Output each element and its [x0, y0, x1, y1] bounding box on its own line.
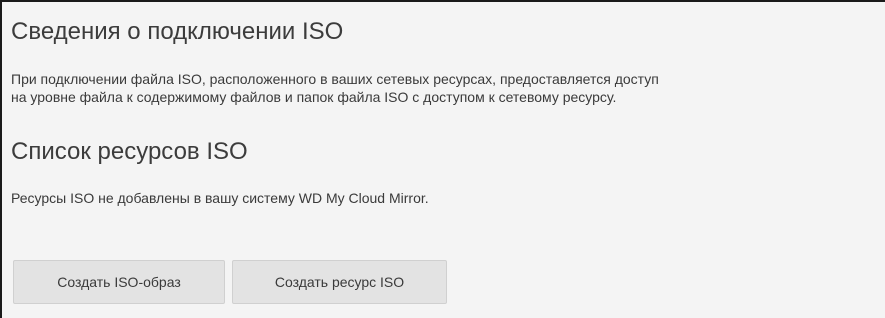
create-iso-image-button[interactable]: Создать ISO-образ: [13, 260, 225, 304]
iso-list-title: Список ресурсов ISO: [11, 138, 248, 165]
iso-info-title: Сведения о подключении ISO: [11, 18, 344, 45]
iso-list-empty-message: Ресурсы ISO не добавлены в вашу систему …: [11, 190, 429, 206]
iso-info-description: При подключении файла ISO, расположенног…: [11, 70, 885, 106]
iso-panel: Сведения о подключении ISO При подключен…: [0, 0, 885, 318]
iso-info-description-line1: При подключении файла ISO, расположенног…: [11, 71, 659, 87]
create-iso-share-button[interactable]: Создать ресурс ISO: [232, 260, 447, 304]
iso-info-description-line2: на уровне файла к содержимому файлов и п…: [11, 89, 617, 105]
